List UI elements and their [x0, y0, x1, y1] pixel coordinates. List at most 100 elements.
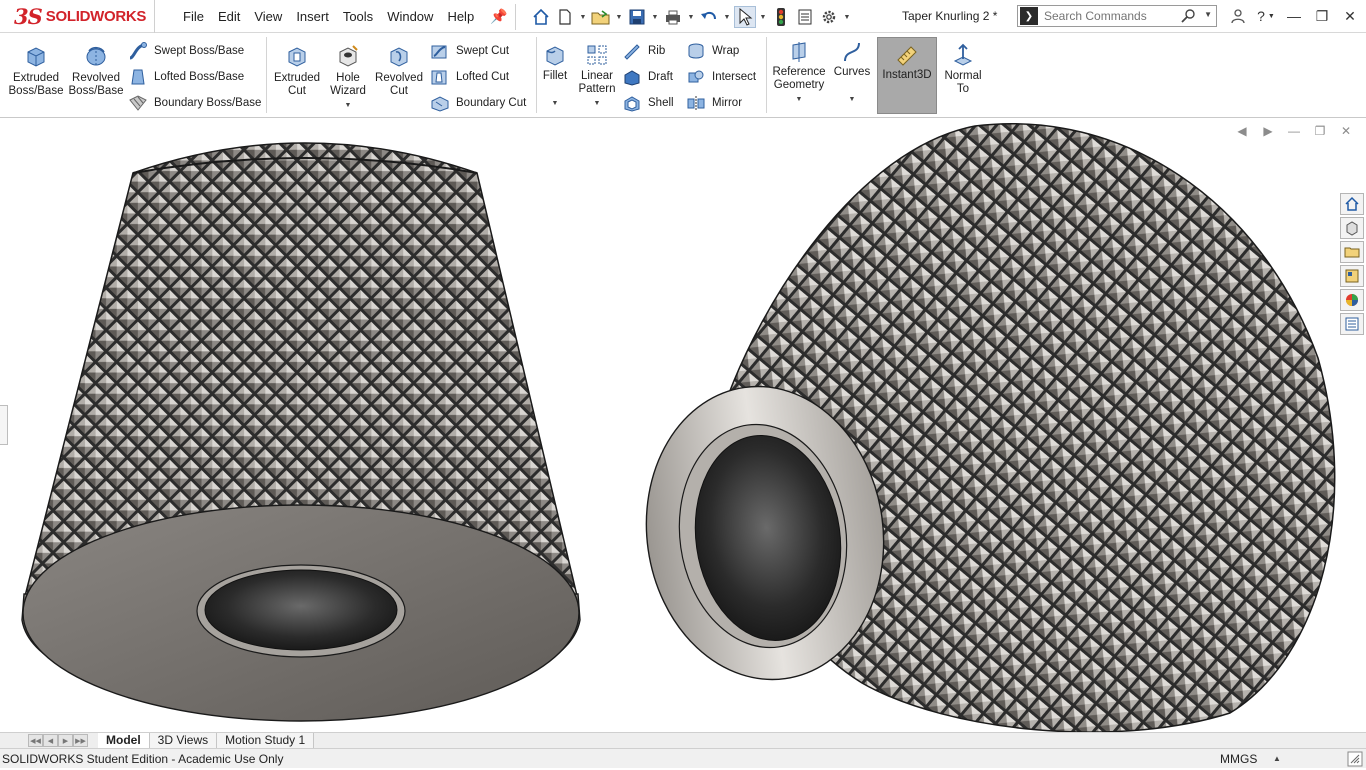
viewport-close-icon[interactable]: ✕	[1338, 124, 1354, 138]
graphics-area[interactable]: ◀ ▶ — ❐ ✕	[0, 118, 1366, 732]
home-icon[interactable]	[530, 6, 552, 28]
chevron-down-icon[interactable]: ▼	[614, 14, 624, 21]
lofted-boss-button[interactable]: Lofted Boss/Base	[128, 68, 244, 86]
window-controls: ? ▼ — ❐ ✕	[1226, 4, 1362, 28]
revolved-cut-button[interactable]: Revolved Cut	[374, 43, 424, 98]
revolved-boss-button[interactable]: Revolved Boss/Base	[68, 43, 124, 98]
viewport-restore-icon[interactable]: ❐	[1312, 124, 1328, 138]
knurled-part-iso-view[interactable]	[628, 122, 1336, 732]
chevron-down-icon[interactable]: ▼	[722, 14, 732, 21]
collapse-left-icon[interactable]: ◀	[1234, 124, 1250, 138]
collapse-right-icon[interactable]: ▶	[1260, 124, 1276, 138]
gear-icon[interactable]	[818, 6, 840, 28]
pin-menu-icon[interactable]: 📌	[490, 8, 507, 25]
chevron-down-icon[interactable]: ▼	[758, 14, 768, 21]
boundary-cut-icon	[431, 96, 449, 112]
select-cursor-icon[interactable]	[734, 6, 756, 28]
menu-edit[interactable]: Edit	[211, 9, 247, 24]
menu-file[interactable]: File	[176, 9, 211, 24]
appearances-icon[interactable]	[1340, 289, 1364, 311]
unit-system[interactable]: MMGS	[1220, 752, 1257, 766]
help-icon[interactable]: ? ▼	[1254, 5, 1278, 27]
chevron-down-icon[interactable]: ▼	[578, 14, 588, 21]
viewport-minimize-icon[interactable]: —	[1286, 124, 1302, 138]
draft-icon	[624, 70, 640, 86]
draft-button[interactable]: Draft	[622, 68, 673, 86]
knurled-part-front-view[interactable]	[21, 142, 581, 722]
minimize-icon[interactable]: —	[1282, 5, 1306, 27]
next-tab-icon[interactable]: ▶	[58, 734, 73, 747]
swept-cut-button[interactable]: Swept Cut	[430, 42, 509, 60]
search-icon[interactable]	[1180, 8, 1196, 27]
curves-button[interactable]: Curves ▼	[832, 41, 872, 103]
chevron-down-icon[interactable]: ▼	[849, 96, 856, 103]
shell-button[interactable]: Shell	[622, 94, 674, 112]
user-account-icon[interactable]	[1226, 5, 1250, 27]
search-input[interactable]	[1044, 9, 1184, 23]
tab-3d-views[interactable]: 3D Views	[149, 733, 218, 749]
shell-icon	[624, 96, 640, 112]
chevron-down-icon[interactable]: ▼	[345, 102, 352, 109]
extruded-cut-button[interactable]: Extruded Cut	[272, 43, 322, 98]
divider	[766, 37, 767, 113]
chevron-down-icon[interactable]: ▼	[796, 96, 803, 103]
menu-window[interactable]: Window	[380, 9, 440, 24]
resize-grip-icon[interactable]	[1347, 751, 1363, 767]
tab-motion-study-1[interactable]: Motion Study 1	[217, 733, 315, 749]
reference-geometry-button[interactable]: Reference Geometry ▼	[770, 41, 828, 103]
save-icon[interactable]	[626, 6, 648, 28]
restore-icon[interactable]: ❐	[1310, 5, 1334, 27]
normal-to-icon	[953, 43, 973, 66]
search-commands-box[interactable]: ❯ ▼	[1017, 5, 1217, 27]
chevron-down-icon[interactable]: ▼	[594, 100, 601, 107]
chevron-down-icon[interactable]: ▼	[552, 100, 559, 107]
boundary-cut-button[interactable]: Boundary Cut	[430, 94, 526, 112]
swept-boss-button[interactable]: Swept Boss/Base	[128, 42, 244, 60]
boundary-boss-button[interactable]: Boundary Boss/Base	[128, 94, 261, 112]
chevron-down-icon[interactable]: ▼	[1204, 10, 1212, 19]
prev-tab-icon[interactable]: ◀	[43, 734, 58, 747]
feature-manager-handle[interactable]	[0, 405, 8, 445]
fillet-button[interactable]: Fillet ▼	[540, 43, 570, 107]
resources-home-icon[interactable]	[1340, 193, 1364, 215]
wrap-button[interactable]: Wrap	[686, 42, 739, 60]
design-library-icon[interactable]	[1340, 217, 1364, 239]
curves-icon	[844, 42, 860, 62]
linear-pattern-button[interactable]: Linear Pattern ▼	[576, 43, 618, 107]
lofted-cut-button[interactable]: Lofted Cut	[430, 68, 509, 86]
hole-wizard-button[interactable]: Hole Wizard ▼	[326, 43, 370, 109]
file-properties-icon[interactable]	[794, 6, 816, 28]
new-document-icon[interactable]	[554, 6, 576, 28]
instant3d-icon	[897, 46, 917, 66]
menu-tools[interactable]: Tools	[336, 9, 380, 24]
normal-to-button[interactable]: Normal To	[941, 43, 985, 96]
instant3d-button[interactable]: Instant3D	[877, 37, 937, 114]
viewport-controls: ◀ ▶ — ❐ ✕	[1234, 124, 1354, 138]
last-tab-icon[interactable]: ▶▶	[73, 734, 88, 747]
print-icon[interactable]	[662, 6, 684, 28]
rebuild-traffic-light-icon[interactable]	[770, 6, 792, 28]
extruded-boss-button[interactable]: Extruded Boss/Base	[8, 43, 64, 98]
chevron-up-icon[interactable]: ▲	[1273, 754, 1281, 763]
intersect-button[interactable]: Intersect	[686, 68, 756, 86]
chevron-down-icon[interactable]: ▼	[842, 14, 852, 21]
undo-icon[interactable]	[698, 6, 720, 28]
menu-help[interactable]: Help	[440, 9, 481, 24]
extruded-boss-icon	[27, 47, 45, 67]
chevron-down-icon[interactable]: ▼	[650, 14, 660, 21]
close-icon[interactable]: ✕	[1338, 5, 1362, 27]
solidworks-logo[interactable]: 3S SOLIDWORKS	[0, 0, 155, 33]
view-palette-icon[interactable]	[1340, 265, 1364, 287]
rib-button[interactable]: Rib	[622, 42, 665, 60]
file-explorer-icon[interactable]	[1340, 241, 1364, 263]
instant3d-inner: Instant3D	[878, 44, 936, 82]
custom-properties-icon[interactable]	[1340, 313, 1364, 335]
tab-model[interactable]: Model	[98, 733, 150, 749]
open-folder-icon[interactable]	[590, 6, 612, 28]
wrap-icon	[688, 43, 704, 59]
chevron-down-icon[interactable]: ▼	[686, 14, 696, 21]
menu-insert[interactable]: Insert	[289, 9, 336, 24]
mirror-button[interactable]: Mirror	[686, 94, 742, 112]
first-tab-icon[interactable]: ◀◀	[28, 734, 43, 747]
menu-view[interactable]: View	[247, 9, 289, 24]
